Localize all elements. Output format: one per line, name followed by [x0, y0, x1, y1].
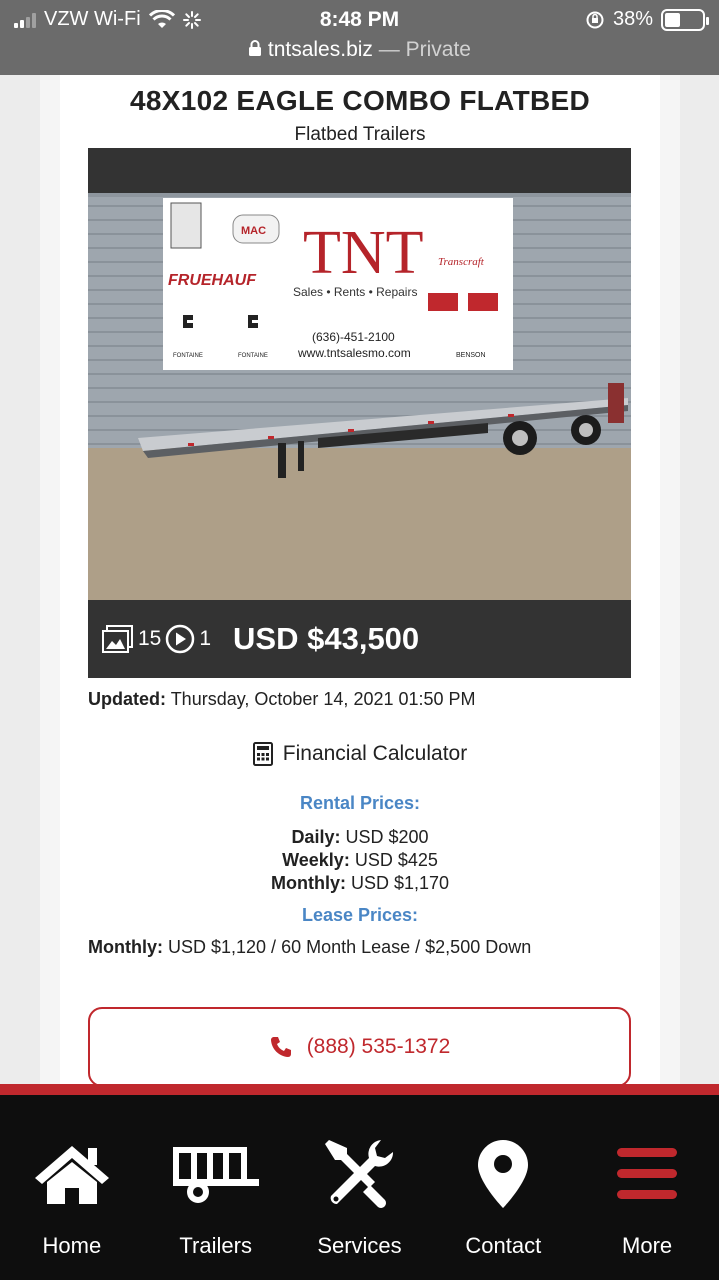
- home-icon: [34, 1146, 109, 1204]
- rental-weekly-label: Weekly:: [282, 850, 350, 870]
- nav-contact-label: Contact: [465, 1233, 542, 1258]
- banner-tagline: Sales • Rents • Repairs: [293, 285, 417, 299]
- calculator-icon: [252, 742, 273, 766]
- rental-monthly-label: Monthly:: [270, 873, 346, 893]
- private-mode-label: Private: [405, 38, 471, 61]
- url-bar[interactable]: tntsales.biz — Private: [0, 38, 719, 62]
- nav-home[interactable]: Home: [0, 1095, 144, 1280]
- financial-calculator-link[interactable]: Financial Calculator: [60, 742, 660, 766]
- updated-value: Thursday, October 14, 2021 01:50 PM: [170, 689, 476, 709]
- rental-monthly: Monthly: USD $1,170: [60, 873, 660, 894]
- rental-weekly: Weekly: USD $425: [60, 850, 660, 871]
- bottom-navigation: Home Trailers Services Contact More: [0, 1095, 719, 1280]
- banner-website: www.tntsalesmo.com: [297, 346, 411, 360]
- trailer-icon: [172, 1147, 259, 1203]
- banner-logo: TNT: [303, 219, 424, 287]
- url-separator: —: [378, 38, 400, 61]
- lock-icon: [249, 40, 262, 56]
- tools-icon: [325, 1140, 394, 1208]
- video-count[interactable]: 1: [165, 624, 211, 654]
- nav-more[interactable]: More: [575, 1095, 719, 1280]
- nav-more-label: More: [622, 1233, 673, 1258]
- listing-category[interactable]: Flatbed Trailers: [60, 124, 660, 146]
- updated-line: Updated: Thursday, October 14, 2021 01:5…: [88, 689, 476, 710]
- updated-label: Updated:: [88, 689, 166, 709]
- nav-trailers-label: Trailers: [179, 1233, 252, 1258]
- listing-title: 48X102 EAGLE COMBO FLATBED: [129, 85, 591, 116]
- rental-monthly-value: USD $1,170: [350, 873, 450, 893]
- url-domain: tntsales.biz: [267, 38, 373, 61]
- orientation-lock-icon: [586, 11, 604, 28]
- nav-accent-bar: [0, 1084, 719, 1095]
- status-bar: VZW Wi-Fi 8:48 PM 38%: [0, 0, 719, 38]
- rental-daily-label: Daily:: [291, 827, 341, 847]
- lease-monthly-label: Monthly:: [88, 937, 163, 957]
- nav-contact[interactable]: Contact: [431, 1095, 575, 1280]
- gallery-footer: 15 1 USD $43,500: [88, 600, 631, 678]
- phone-number: (888) 535-1372: [306, 1035, 451, 1058]
- phone-icon: [270, 1037, 291, 1057]
- banner-brand-fontaine-2: FONTAINE: [238, 353, 268, 359]
- photos-icon: [102, 625, 133, 653]
- banner-brand-benson: BENSON: [456, 352, 486, 359]
- banner-brand-fontaine-1: FONTAINE: [173, 353, 203, 359]
- call-phone-button[interactable]: (888) 535-1372: [88, 1007, 631, 1087]
- lease-monthly-value: USD $1,120 / 60 Month Lease / $2,500 Dow…: [168, 937, 532, 957]
- financial-calculator-label: Financial Calculator: [282, 742, 468, 765]
- lease-monthly: Monthly: USD $1,120 / 60 Month Lease / $…: [88, 937, 531, 958]
- listing-card: 48X102 EAGLE COMBO FLATBED Flatbed Trail…: [60, 75, 660, 1095]
- rental-daily: Daily: USD $200: [60, 827, 660, 848]
- banner-brand-transcraft: Transcraft: [438, 256, 485, 268]
- menu-icon: [617, 1148, 678, 1199]
- rental-weekly-value: USD $425: [354, 850, 438, 870]
- nav-services-label: Services: [317, 1233, 402, 1258]
- play-icon: [166, 624, 195, 654]
- banner-brand-fruehauf: FRUEHAUF: [168, 272, 257, 289]
- photo-count[interactable]: 15: [102, 624, 161, 654]
- photo-count-value: 15: [138, 627, 162, 650]
- rental-daily-value: USD $200: [345, 827, 429, 847]
- page-background: 48X102 EAGLE COMBO FLATBED Flatbed Trail…: [40, 75, 680, 1095]
- trailer-photo[interactable]: TNT Sales • Rents • Repairs (636)-451-21…: [88, 193, 631, 600]
- nav-home-label: Home: [42, 1233, 102, 1258]
- rental-heading: Rental Prices:: [299, 793, 421, 813]
- nav-services[interactable]: Services: [288, 1095, 432, 1280]
- photo-gallery[interactable]: TNT Sales • Rents • Repairs (636)-451-21…: [88, 148, 631, 678]
- battery-icon: [661, 8, 709, 31]
- banner-brand-mac: MAC: [241, 225, 266, 237]
- lease-heading: Lease Prices:: [301, 905, 419, 925]
- banner-phone: (636)-451-2100: [312, 330, 395, 344]
- video-count-value: 1: [199, 627, 212, 650]
- browser-chrome: VZW Wi-Fi 8:48 PM 38% tntsales.biz — Pri…: [0, 0, 719, 75]
- battery-percent: 38%: [612, 8, 653, 30]
- listing-price: USD $43,500: [233, 621, 420, 656]
- nav-trailers[interactable]: Trailers: [144, 1095, 288, 1280]
- location-pin-icon: [478, 1140, 529, 1208]
